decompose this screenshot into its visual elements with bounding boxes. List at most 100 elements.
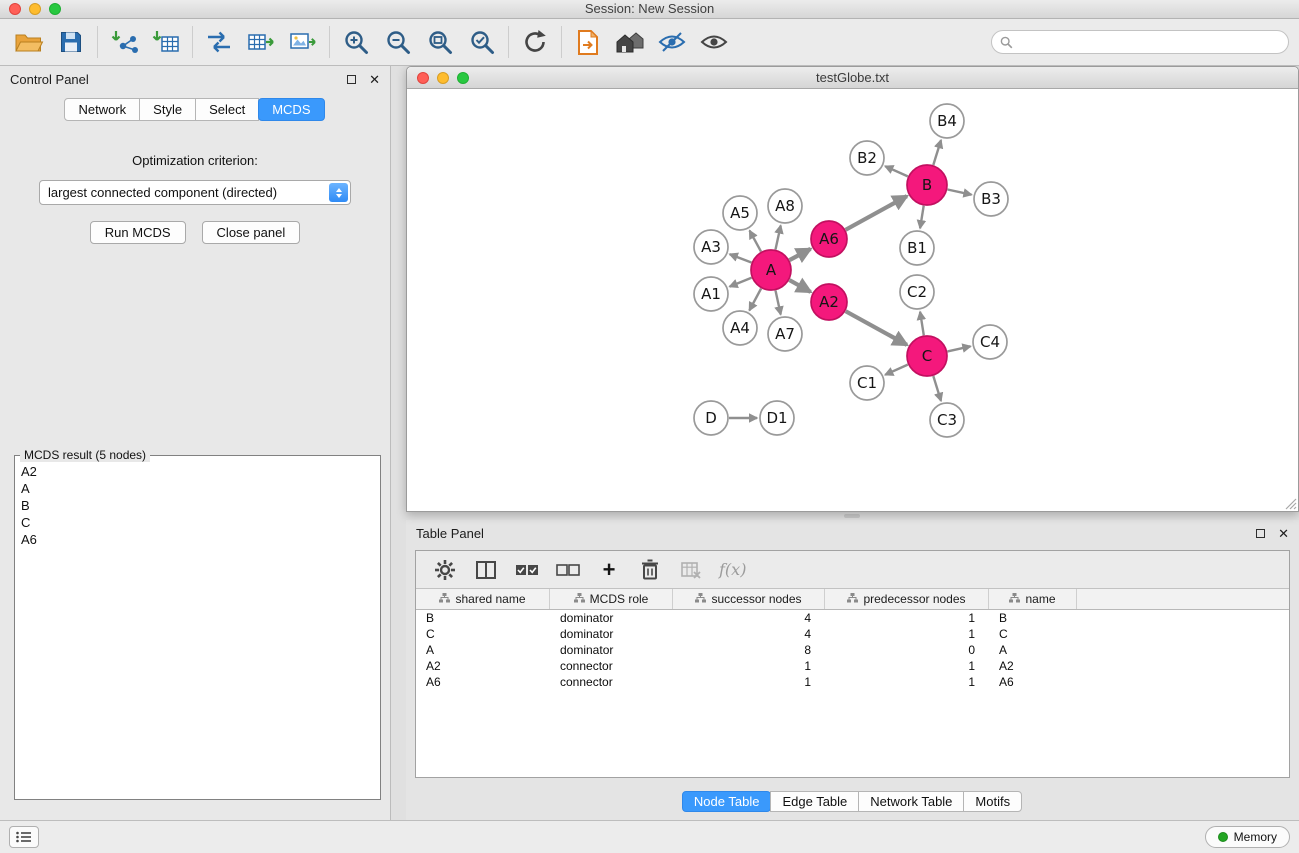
edge-A-A8[interactable]: [776, 226, 781, 250]
tab-style[interactable]: Style: [139, 98, 196, 121]
cell: 8: [673, 642, 825, 658]
table-settings-button[interactable]: [432, 557, 458, 583]
open-session-file-button[interactable]: [567, 21, 609, 63]
save-session-button[interactable]: [50, 21, 92, 63]
zoom-fit-button[interactable]: [419, 21, 461, 63]
node-label-A8: A8: [775, 197, 795, 215]
column-header-shared-name[interactable]: shared name: [416, 589, 550, 609]
table-row[interactable]: A2connector11A2: [416, 658, 1289, 674]
edge-A2-C[interactable]: [846, 311, 907, 345]
edge-A-A3[interactable]: [730, 254, 752, 262]
edge-A6-B[interactable]: [846, 196, 907, 230]
function-builder-button[interactable]: f(x): [719, 557, 746, 583]
memory-button[interactable]: Memory: [1205, 826, 1290, 848]
node-label-B3: B3: [981, 190, 1001, 208]
minimize-network-window-button[interactable]: [437, 72, 449, 84]
refresh-layout-button[interactable]: [514, 21, 556, 63]
edge-C-C4[interactable]: [948, 346, 971, 351]
table-row[interactable]: Adominator80A: [416, 642, 1289, 658]
zoom-network-window-button[interactable]: [457, 72, 469, 84]
edge-B-B3[interactable]: [948, 190, 972, 195]
run-mcds-button[interactable]: Run MCDS: [90, 221, 186, 244]
tab-select[interactable]: Select: [195, 98, 259, 121]
home-view-button[interactable]: [609, 21, 651, 63]
tab-mcds[interactable]: MCDS: [258, 98, 324, 121]
list-item[interactable]: A6: [15, 531, 380, 548]
toggle-columns-button[interactable]: [473, 557, 499, 583]
tab-node-table[interactable]: Node Table: [682, 791, 772, 812]
list-item[interactable]: C: [15, 514, 380, 531]
edge-A-A7[interactable]: [776, 291, 781, 315]
edge-A-A2[interactable]: [789, 280, 810, 292]
tab-motifs[interactable]: Motifs: [963, 791, 1022, 812]
edge-A-A5[interactable]: [750, 231, 761, 252]
resize-grip[interactable]: [1284, 497, 1297, 510]
zoom-window-button[interactable]: [49, 3, 61, 15]
edge-C-C1[interactable]: [885, 365, 908, 375]
birds-eye-view-button[interactable]: [693, 21, 735, 63]
list-item[interactable]: B: [15, 497, 380, 514]
edge-B-B1[interactable]: [920, 206, 924, 229]
column-header-predecessor-nodes[interactable]: predecessor nodes: [825, 589, 989, 609]
close-panel-button[interactable]: Close panel: [202, 221, 301, 244]
tab-network[interactable]: Network: [64, 98, 140, 121]
control-panel: Control Panel ✕ NetworkStyleSelectMCDS O…: [0, 66, 391, 820]
edge-B-B2[interactable]: [885, 166, 908, 176]
criterion-select[interactable]: largest connected component (directed): [39, 180, 351, 205]
table-row[interactable]: Bdominator41B: [416, 610, 1289, 626]
edge-C-C2[interactable]: [920, 312, 924, 336]
delete-column-button[interactable]: [637, 557, 663, 583]
select-stepper-icon: [329, 183, 348, 202]
deselect-all-icon: [556, 562, 580, 578]
export-network-button[interactable]: [198, 21, 240, 63]
close-window-button[interactable]: [9, 3, 21, 15]
column-header-label: MCDS role: [590, 592, 649, 606]
open-file-button[interactable]: [8, 21, 50, 63]
node-label-A3: A3: [701, 238, 721, 256]
zoom-in-button[interactable]: [335, 21, 377, 63]
edge-A-A1[interactable]: [730, 278, 752, 287]
tab-network-table[interactable]: Network Table: [858, 791, 964, 812]
tab-edge-table[interactable]: Edge Table: [770, 791, 859, 812]
zoom-selected-button[interactable]: [461, 21, 503, 63]
task-history-button[interactable]: [9, 826, 39, 848]
search-field[interactable]: [991, 30, 1289, 54]
edge-C-C3[interactable]: [933, 376, 941, 401]
minimize-window-button[interactable]: [29, 3, 41, 15]
close-panel-icon[interactable]: ✕: [1278, 527, 1289, 540]
list-item[interactable]: A2: [15, 463, 380, 480]
export-table-button[interactable]: [240, 21, 282, 63]
export-image-button[interactable]: [282, 21, 324, 63]
search-input[interactable]: [1018, 32, 1288, 52]
edge-A-A6[interactable]: [790, 249, 811, 260]
select-all-rows-button[interactable]: [514, 557, 540, 583]
graphics-details-button[interactable]: [651, 21, 693, 63]
add-column-button[interactable]: +: [596, 557, 622, 583]
float-panel-icon[interactable]: [1256, 529, 1265, 538]
table-row[interactable]: A6connector11A6: [416, 674, 1289, 690]
delete-table-button[interactable]: [678, 557, 704, 583]
network-canvas[interactable]: B4B2B3A5A8B1A3C2A1A4A7C4C1C3DD1BA6AA2C: [407, 89, 1298, 511]
node-label-B2: B2: [857, 149, 877, 167]
column-header-name[interactable]: name: [989, 589, 1077, 609]
column-header-label: predecessor nodes: [863, 592, 965, 606]
column-header-successor-nodes[interactable]: successor nodes: [673, 589, 825, 609]
cell: B: [989, 610, 1077, 626]
list-item[interactable]: A: [15, 480, 380, 497]
network-graph[interactable]: B4B2B3A5A8B1A3C2A1A4A7C4C1C3DD1BA6AA2C: [407, 89, 1298, 511]
import-table-button[interactable]: [145, 21, 187, 63]
table-row[interactable]: Cdominator41C: [416, 626, 1289, 642]
edge-A-A4[interactable]: [749, 289, 761, 311]
export-table-icon: [247, 29, 275, 55]
column-header-mcds-role[interactable]: MCDS role: [550, 589, 673, 609]
close-panel-icon[interactable]: ✕: [369, 73, 380, 86]
import-network-button[interactable]: [103, 21, 145, 63]
deselect-all-rows-button[interactable]: [555, 557, 581, 583]
window-title: Session: New Session: [0, 0, 1299, 18]
float-panel-icon[interactable]: [347, 75, 356, 84]
close-network-window-button[interactable]: [417, 72, 429, 84]
edge-B-B4[interactable]: [933, 140, 941, 165]
cell: 1: [825, 674, 989, 690]
zoom-out-button[interactable]: [377, 21, 419, 63]
divider-handle[interactable]: [844, 514, 860, 518]
